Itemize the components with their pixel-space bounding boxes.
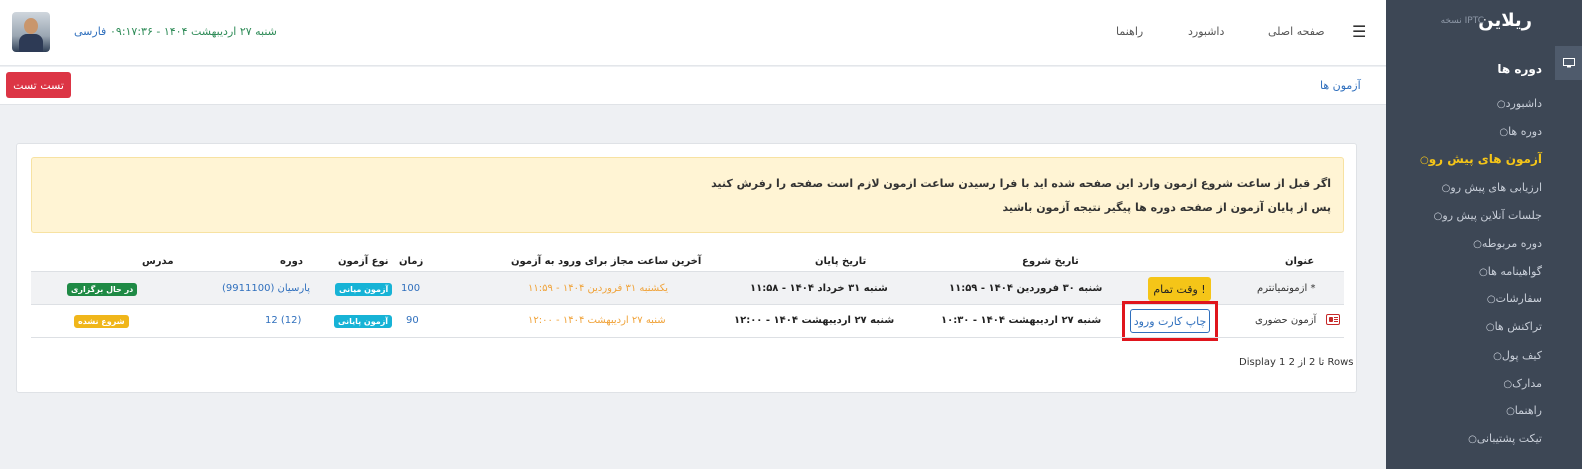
version-label: نسخه IPTC — [1440, 16, 1484, 26]
row2-end: شنبه ۲۷ اردیبهشت ۱۴۰۴ - ۱۲:۰۰ — [734, 315, 895, 326]
monitor-icon[interactable] — [1555, 46, 1582, 80]
row1-start: شنبه ۳۰ فروردین ۱۴۰۴ - ۱۱:۵۹ — [949, 283, 1103, 294]
header-duration: زمان — [399, 256, 424, 267]
header-teacher: مدرس — [142, 256, 174, 267]
row2-status-badge: شروع نشده — [74, 315, 129, 328]
row1-title: ازمونمیانترم * — [1257, 283, 1316, 294]
header-course: دوره — [280, 256, 304, 267]
row1-course-link[interactable]: پارسیان (9911100) — [222, 283, 310, 294]
circle-icon: ○ — [1496, 99, 1506, 110]
logo-area: ریلاین نسخه IPTC — [1386, 0, 1582, 45]
row1-duration: 100 — [401, 283, 421, 294]
row2-title: آزمون حضوری — [1255, 315, 1317, 326]
row2-course-link[interactable]: 12 (12) — [265, 315, 301, 326]
circle-icon: ○ — [1493, 351, 1502, 362]
sidebar-item-online-sessions[interactable]: ○جلسات آنلاین پیش رو — [1431, 209, 1542, 222]
sidebar-item-orders[interactable]: ○سفارشات — [1484, 292, 1542, 305]
sidebar-item-related-course[interactable]: ○دوره مربوطه — [1470, 237, 1542, 250]
header-title: عنوان — [1285, 256, 1315, 267]
sidebar-item-courses[interactable]: ○دوره ها — [1496, 125, 1542, 138]
nav-home[interactable]: صفحه اصلی — [1268, 25, 1325, 38]
breadcrumb-bar: آزمون ها — [0, 67, 1386, 105]
sidebar-heading[interactable]: دوره ها — [1497, 62, 1542, 76]
top-bar: ☰ صفحه اصلی داشبورد راهنما فارسی شنبه ۲۷… — [0, 0, 1386, 66]
logo[interactable]: ریلاین — [1478, 10, 1532, 31]
nav-dashboard[interactable]: داشبورد — [1188, 25, 1224, 38]
circle-icon: ○ — [1486, 294, 1496, 305]
circle-icon: ○ — [1506, 406, 1515, 417]
circle-icon: ○ — [1503, 379, 1513, 390]
circle-icon: ○ — [1479, 267, 1488, 278]
test-button[interactable]: تست تست — [6, 72, 71, 98]
row1-last-entry: یکشنبه ۳۱ فروردین ۱۴۰۴ - ۱۱:۵۹ — [528, 283, 669, 294]
hamburger-menu-icon[interactable]: ☰ — [1352, 22, 1366, 41]
exams-card: اگر قبل از ساعت شروع ازمون وارد این صفحه… — [16, 143, 1357, 393]
row1-type-badge: آزمون میانی — [335, 283, 393, 296]
pagination-info: Display 1 تا 2 از 2 Rows — [1239, 357, 1354, 368]
nav-help[interactable]: راهنما — [1116, 25, 1143, 38]
info-alert: اگر قبل از ساعت شروع ازمون وارد این صفحه… — [31, 157, 1344, 233]
language-switch[interactable]: فارسی — [74, 25, 106, 38]
sidebar-item-help[interactable]: ○راهنما — [1503, 404, 1542, 417]
circle-icon: ○ — [1473, 239, 1482, 250]
row1-status-badge: در حال برگزاری — [67, 283, 138, 296]
breadcrumb[interactable]: آزمون ها — [1320, 79, 1361, 92]
header-start-date: تاریخ شروع — [1022, 256, 1079, 267]
circle-icon: ○ — [1499, 127, 1509, 138]
header-end-date: تاریخ پایان — [815, 256, 867, 267]
print-entry-card-button[interactable]: چاپ کارت ورود — [1130, 309, 1210, 333]
row1-end: شنبه ۳۱ خرداد ۱۴۰۴ - ۱۱:۵۸ — [750, 283, 888, 294]
current-datetime: شنبه ۲۷ اردیبهشت ۱۴۰۴ - ۰۹:۱۷:۳۶ — [110, 25, 277, 38]
sidebar-item-dashboard[interactable]: ○داشبورد — [1494, 97, 1542, 110]
alert-line-2: پس از پایان آزمون از صفحه دوره ها پیگیر … — [1002, 201, 1331, 214]
row2-start: شنبه ۲۷ اردیبهشت ۱۴۰۴ - ۱۰:۳۰ — [941, 315, 1102, 326]
divider — [31, 337, 1344, 338]
circle-icon: ○ — [1468, 434, 1477, 445]
sidebar-item-upcoming-assessments[interactable]: ○ارزیابی های پیش رو — [1439, 181, 1542, 194]
sidebar-item-certificates[interactable]: ○گواهینامه ها — [1476, 265, 1542, 278]
sidebar-item-support-ticket[interactable]: ○تیکت پشتیبانی — [1465, 432, 1542, 445]
avatar[interactable] — [12, 12, 50, 52]
alert-line-1: اگر قبل از ساعت شروع ازمون وارد این صفحه… — [711, 177, 1331, 190]
header-exam-type: نوع آزمون — [338, 256, 389, 267]
sidebar-item-upcoming-exams[interactable]: ○آزمون های پیش رو — [1417, 152, 1542, 166]
circle-icon: ○ — [1419, 155, 1429, 166]
row2-last-entry: شنبه ۲۷ اردیبهشت ۱۴۰۴ - ۱۲:۰۰ — [528, 315, 666, 326]
row2-duration: 90 — [406, 315, 419, 326]
time-over-button[interactable]: وقت تمام ! — [1148, 277, 1211, 301]
sidebar-item-transactions[interactable]: ○تراکنش ها — [1483, 320, 1542, 333]
sidebar: ریلاین نسخه IPTC دوره ها ○داشبورد ○دوره … — [1386, 0, 1582, 469]
sidebar-item-documents[interactable]: ○مدارک — [1500, 377, 1542, 390]
id-card-icon — [1326, 314, 1340, 325]
row2-type-badge: آزمون پایانی — [334, 315, 393, 328]
circle-icon: ○ — [1485, 322, 1495, 333]
sidebar-item-wallet[interactable]: ○کیف پول — [1490, 349, 1542, 362]
header-last-entry: آخرین ساعت مجاز برای ورود به آزمون — [511, 256, 702, 267]
